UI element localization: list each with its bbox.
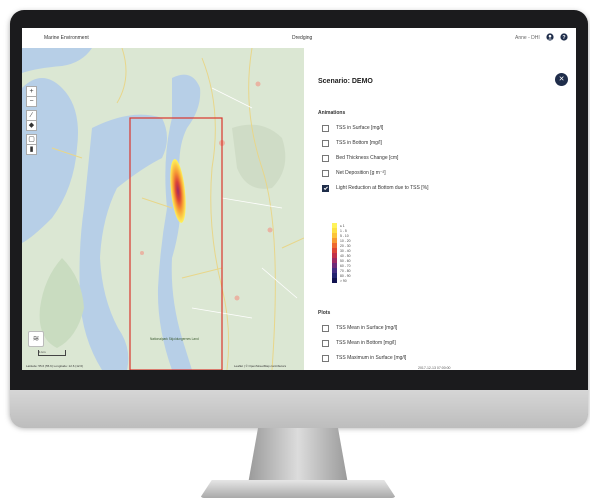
- scenario-title: Scenario: DEMO: [318, 78, 373, 85]
- close-button[interactable]: ✕: [555, 73, 568, 86]
- checkbox[interactable]: [322, 340, 329, 347]
- delete-tool[interactable]: ▮: [26, 144, 37, 155]
- user-name[interactable]: Anne - DHI: [515, 35, 540, 41]
- coordinate-readout: Latitude: 55.6 (55.6) Longitude: 12.6 (1…: [26, 364, 84, 368]
- checkbox[interactable]: [322, 355, 329, 362]
- option-label: Bed Thickness Change [cm]: [336, 155, 399, 161]
- option-label: TSS Maximum in Surface [mg/l]: [336, 355, 407, 361]
- map-scale: 1 km: [38, 350, 66, 356]
- timestamp: 2017-12-13 07:00:00: [418, 366, 451, 370]
- animations-heading: Animations: [318, 110, 346, 116]
- legend-label: 60 - 70: [340, 263, 351, 268]
- map-view[interactable]: Nationalpark Skjoldungernes Land + − ∕ ◆…: [22, 48, 304, 370]
- scenario-panel: Scenario: DEMO ✕ Animations TSS in Surfa…: [304, 48, 576, 370]
- svg-text:?: ?: [562, 35, 565, 41]
- app-screen: Marine Environment Dredging Anne - DHI ?: [22, 28, 576, 370]
- top-bar: Marine Environment Dredging Anne - DHI ?: [22, 28, 576, 49]
- legend-label: 40 - 50: [340, 253, 351, 258]
- legend-label: 1 - 5: [340, 228, 347, 233]
- legend-label: 20 - 30: [340, 243, 351, 248]
- legend-label: 70 - 80: [340, 268, 351, 273]
- legend-label: 80 - 90: [340, 273, 351, 278]
- option-label: TSS Mean in Surface [mg/l]: [336, 325, 398, 331]
- checkbox[interactable]: [322, 155, 329, 162]
- help-icon[interactable]: ?: [560, 33, 568, 41]
- checkbox-checked[interactable]: [322, 185, 329, 192]
- legend-label: > 90: [340, 278, 347, 283]
- layers-icon[interactable]: ≋: [28, 331, 44, 347]
- monitor-stand-neck: [248, 428, 348, 484]
- legend-swatch: [332, 278, 337, 283]
- checkbox[interactable]: [322, 325, 329, 332]
- user-icon[interactable]: [546, 33, 554, 41]
- app-name[interactable]: Marine Environment: [44, 35, 89, 41]
- draw-marker-tool[interactable]: ◆: [26, 120, 37, 131]
- legend-label: 5 - 10: [340, 233, 349, 238]
- monitor-chin: [10, 390, 588, 428]
- plots-heading: Plots: [318, 310, 331, 316]
- map-canvas: Nationalpark Skjoldungernes Land: [22, 48, 304, 370]
- map-attribution[interactable]: Leaflet | © OpenStreetMap contributors: [234, 364, 286, 368]
- checkbox[interactable]: [322, 140, 329, 147]
- legend-label: 50 - 60: [340, 258, 351, 263]
- zoom-out-button[interactable]: −: [26, 96, 37, 107]
- option-label: TSS in Surface [mg/l]: [336, 125, 384, 131]
- option-label: Light Reduction at Bottom due to TSS [%]: [336, 185, 429, 191]
- option-label: TSS in Bottom [mg/l]: [336, 140, 382, 146]
- legend-label: ≤ 1: [340, 223, 345, 228]
- legend-label: 30 - 40: [340, 248, 351, 253]
- checkbox[interactable]: [322, 125, 329, 132]
- module-title: Dredging: [292, 35, 313, 41]
- option-label: TSS Mean in Bottom [mg/l]: [336, 340, 396, 346]
- option-label: Net Deposition [g m⁻²]: [336, 170, 386, 176]
- monitor-stand-base: [200, 480, 396, 498]
- place-label: Nationalpark Skjoldungernes Land: [150, 337, 199, 341]
- legend-label: 10 - 20: [340, 238, 351, 243]
- checkbox[interactable]: [322, 170, 329, 177]
